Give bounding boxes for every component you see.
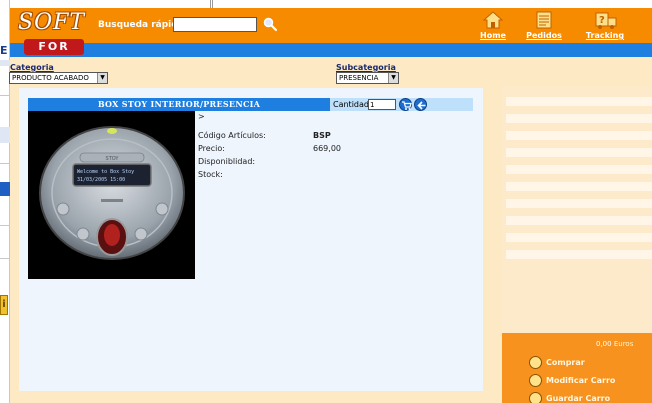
sidebar-row [506,182,652,191]
codigo-value: BSP [313,131,331,140]
sidebar-row [506,250,652,259]
logo-soft-text: SOFT [18,10,86,35]
edge-line [0,258,10,259]
categoria-label: Categoria [10,63,54,72]
edge-bar [0,60,10,66]
partial-letter: E [0,44,8,57]
back-button[interactable] [414,98,427,111]
breadcrumb: > [198,112,205,121]
window-divider [210,0,213,8]
arrow-left-icon [417,101,426,110]
sidebar-row [506,131,652,140]
svg-text:?: ? [599,15,605,26]
cantidad-label: Cantidad: [333,100,372,109]
nav-home-label: Home [480,31,506,40]
save-cart-icon [529,392,542,403]
category-filter-bar: Categoria PRODUCTO ACABADO ▼ Subcategori… [9,57,652,87]
search-label: Busqueda rápida [98,20,184,30]
nav-tracking-label: Tracking [585,31,625,40]
tracking-icon: ? [595,10,617,30]
codigo-label: Código Artículos: [198,131,266,140]
edge-bar [0,127,10,143]
sidebar-row [506,114,652,123]
nav-tracking[interactable]: ? Tracking [580,8,630,43]
quantity-input[interactable] [368,99,396,110]
site-header: SOFT Busqueda rápida Home Pedidos ? Trac… [10,8,652,43]
edit-cart-icon [529,374,542,387]
edge-selected-bar [0,182,10,196]
cart-icon [529,356,542,369]
stock-label: Stock: [198,170,223,179]
svg-text:Welcome to Box Stoy: Welcome to Box Stoy [77,169,134,175]
chevron-down-icon: ▼ [97,73,107,83]
subcategoria-select[interactable]: PRESENCIA ▼ [336,72,399,84]
categoria-selected: PRODUCTO ACABADO [12,74,89,82]
sidebar-row [506,97,652,106]
chevron-down-icon: ▼ [388,73,398,83]
nav-pedidos-label: Pedidos [526,31,562,40]
page: E i SOFT Busqueda rápida Home Pedidos ? … [0,0,652,403]
edge-line [0,163,10,164]
sidebar-row [506,199,652,208]
modificar-carro-label: Modificar Carro [546,376,616,385]
svg-text:STOY: STOY [106,156,120,162]
comprar-label: Comprar [546,358,585,367]
left-window-edge: E i [0,0,10,403]
document-icon [534,10,554,30]
cart-currency: Euros [613,340,634,348]
blue-divider-bar [10,43,652,57]
subcategoria-label: Subcategoria [336,63,396,72]
cart-total-value: 0,00 [596,340,612,348]
cart-total: 0,00 Euros [596,340,633,348]
edge-warning-icon: i [0,295,8,315]
right-sidebar [502,87,652,333]
quantity-bar: Cantidad: [330,98,473,111]
sidebar-row [506,216,652,225]
edge-line [0,225,10,226]
search-icon[interactable] [262,16,278,32]
product-image: STOY Welcome to Box Stoy 31/03/2005 15:0… [28,111,195,279]
precio-value: 669,00 [313,144,341,153]
home-icon [482,10,504,30]
subcategoria-selected: PRESENCIA [339,74,379,82]
product-title: BOX STOY INTERIOR/PRESENCIA [28,98,330,111]
guardar-carro-label: Guardar Carro [546,394,611,403]
disponibilidad-label: Disponiblidad: [198,157,256,166]
nav-home[interactable]: Home [468,8,518,43]
add-to-cart-button[interactable] [399,98,412,111]
precio-label: Precio: [198,144,225,153]
categoria-select[interactable]: PRODUCTO ACABADO ▼ [9,72,108,84]
edge-line [0,95,10,96]
logo-foryou-badge[interactable]: FOR YOU [24,39,84,69]
sidebar-row [506,148,652,157]
sidebar-row [506,233,652,242]
nav-pedidos[interactable]: Pedidos [519,8,569,43]
sidebar-row [506,165,652,174]
svg-text:31/03/2005 15:00: 31/03/2005 15:00 [77,177,125,183]
cart-icon [402,101,412,110]
search-input[interactable] [173,17,257,32]
